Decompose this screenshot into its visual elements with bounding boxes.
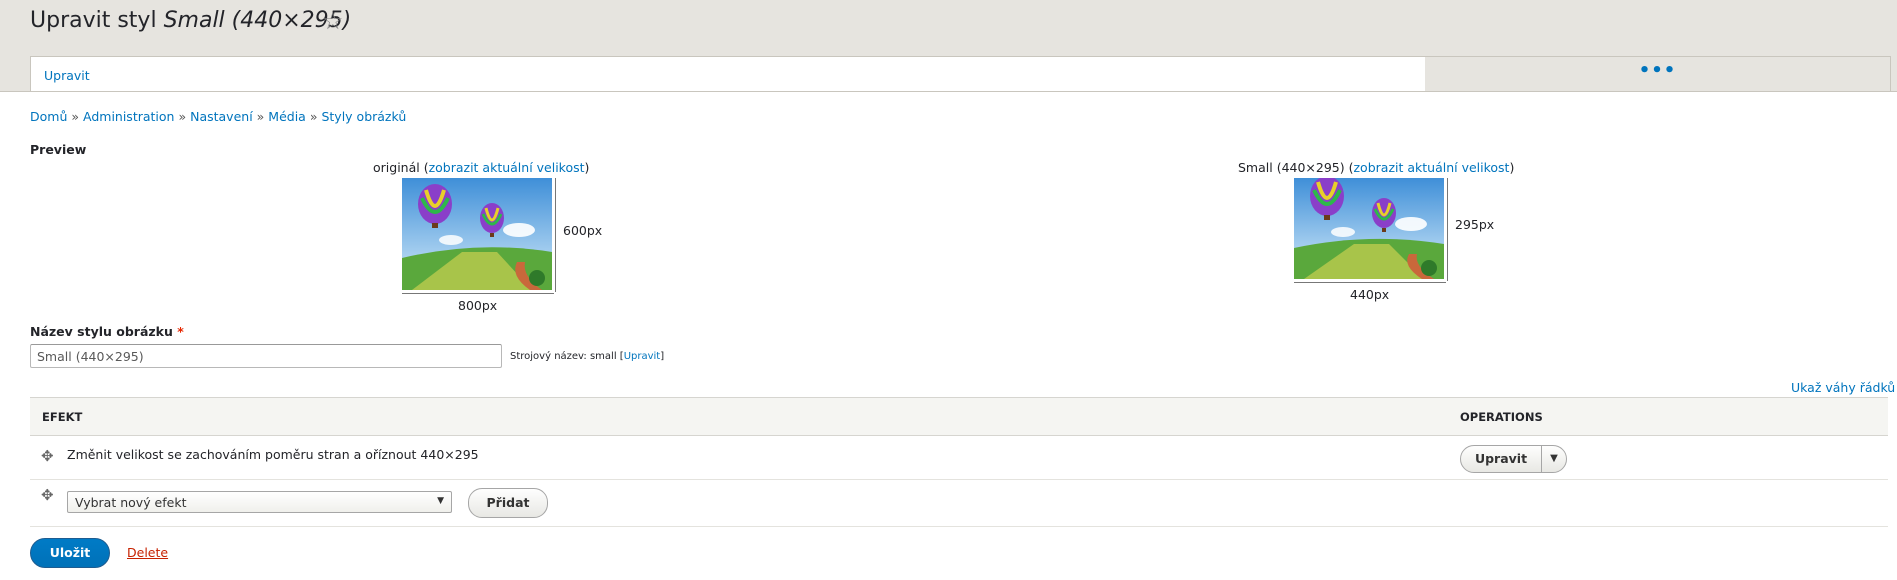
style-name-label: Název stylu obrázku * <box>30 324 184 339</box>
chevron-down-icon: ▼ <box>437 496 444 506</box>
effect-name: Změnit velikost se zachováním poměru str… <box>67 447 479 462</box>
original-caption-prefix: originál ( <box>373 160 429 175</box>
more-icon[interactable]: ••• <box>1639 60 1677 81</box>
breadcrumb-separator: » <box>71 109 80 124</box>
table-row-new-effect: ✥ Vybrat nový efekt ▼ Přidat <box>30 479 1888 527</box>
breadcrumb-link-home[interactable]: Domů <box>30 109 67 124</box>
page-title-prefix: Upravit styl <box>30 8 164 33</box>
page-header: Upravit styl Small (440×295) ☆ Upravit •… <box>0 0 1897 92</box>
machine-name-suffix: ] <box>660 351 665 362</box>
original-height-label: 600px <box>563 223 603 238</box>
original-preview-image[interactable] <box>402 178 552 290</box>
style-name-input[interactable] <box>30 344 502 368</box>
add-effect-button[interactable]: Přidat <box>468 488 548 518</box>
derivative-height-marker <box>1446 178 1448 281</box>
derivative-caption-suffix: ) <box>1509 160 1515 175</box>
derivative-caption: Small (440×295) (zobrazit aktuální velik… <box>1238 160 1514 175</box>
save-button[interactable]: Uložit <box>30 538 110 568</box>
breadcrumb-link-media[interactable]: Média <box>268 109 306 124</box>
original-caption-suffix: ) <box>584 160 590 175</box>
new-effect-selected-value: Vybrat nový efekt <box>75 495 187 510</box>
breadcrumb-link-settings[interactable]: Nastavení <box>190 109 253 124</box>
tab-more-button[interactable]: ••• <box>1425 56 1891 91</box>
show-row-weights-link[interactable]: Ukaž váhy řádků <box>1791 380 1895 395</box>
breadcrumb-link-administration[interactable]: Administration <box>83 109 174 124</box>
drag-handle-icon[interactable]: ✥ <box>41 447 54 465</box>
original-width-label: 800px <box>458 298 498 313</box>
tab-edit[interactable]: Upravit <box>30 56 1426 91</box>
tab-edit-label[interactable]: Upravit <box>44 68 90 83</box>
breadcrumb-link-image-styles[interactable]: Styly obrázků <box>321 109 406 124</box>
star-icon[interactable]: ☆ <box>322 7 344 35</box>
table-header: EFEKT OPERATIONS <box>30 397 1888 436</box>
original-width-marker <box>402 292 554 294</box>
required-marker: * <box>177 324 184 339</box>
new-effect-select[interactable]: Vybrat nový efekt ▼ <box>67 491 452 513</box>
primary-tabs: Upravit ••• <box>30 56 1891 91</box>
column-header-operations: OPERATIONS <box>1460 410 1543 424</box>
breadcrumb-separator: » <box>256 109 265 124</box>
original-view-actual-size-link[interactable]: zobrazit aktuální velikost <box>429 160 585 175</box>
machine-name: Strojový název: small [Upravit] <box>510 351 664 362</box>
derivative-caption-prefix: Small (440×295) ( <box>1238 160 1354 175</box>
derivative-preview-image[interactable] <box>1294 178 1444 279</box>
original-height-marker <box>554 178 556 292</box>
derivative-width-marker <box>1294 281 1446 283</box>
delete-link[interactable]: Delete <box>127 545 168 560</box>
original-caption: originál (zobrazit aktuální velikost) <box>373 160 589 175</box>
derivative-width-label: 440px <box>1350 287 1390 302</box>
page-title: Upravit styl Small (440×295) <box>30 8 351 33</box>
derivative-view-actual-size-link[interactable]: zobrazit aktuální velikost <box>1354 160 1510 175</box>
machine-name-prefix: Strojový název: small [ <box>510 351 624 362</box>
style-name-label-text: Název stylu obrázku <box>30 324 173 339</box>
table-row: ✥ Změnit velikost se zachováním poměru s… <box>30 435 1888 480</box>
column-header-effect: EFEKT <box>42 410 83 424</box>
drag-handle-icon[interactable]: ✥ <box>41 486 54 504</box>
preview-label: Preview <box>30 142 87 157</box>
derivative-height-label: 295px <box>1455 217 1495 232</box>
breadcrumb-separator: » <box>178 109 187 124</box>
operations-dropbutton: Upravit ▼ <box>1460 445 1567 473</box>
breadcrumb: Domů » Administration » Nastavení » Médi… <box>30 109 406 124</box>
machine-name-edit-link[interactable]: Upravit <box>624 351 661 362</box>
edit-effect-button[interactable]: Upravit <box>1461 446 1542 472</box>
chevron-down-icon[interactable]: ▼ <box>1542 446 1566 472</box>
breadcrumb-separator: » <box>309 109 318 124</box>
